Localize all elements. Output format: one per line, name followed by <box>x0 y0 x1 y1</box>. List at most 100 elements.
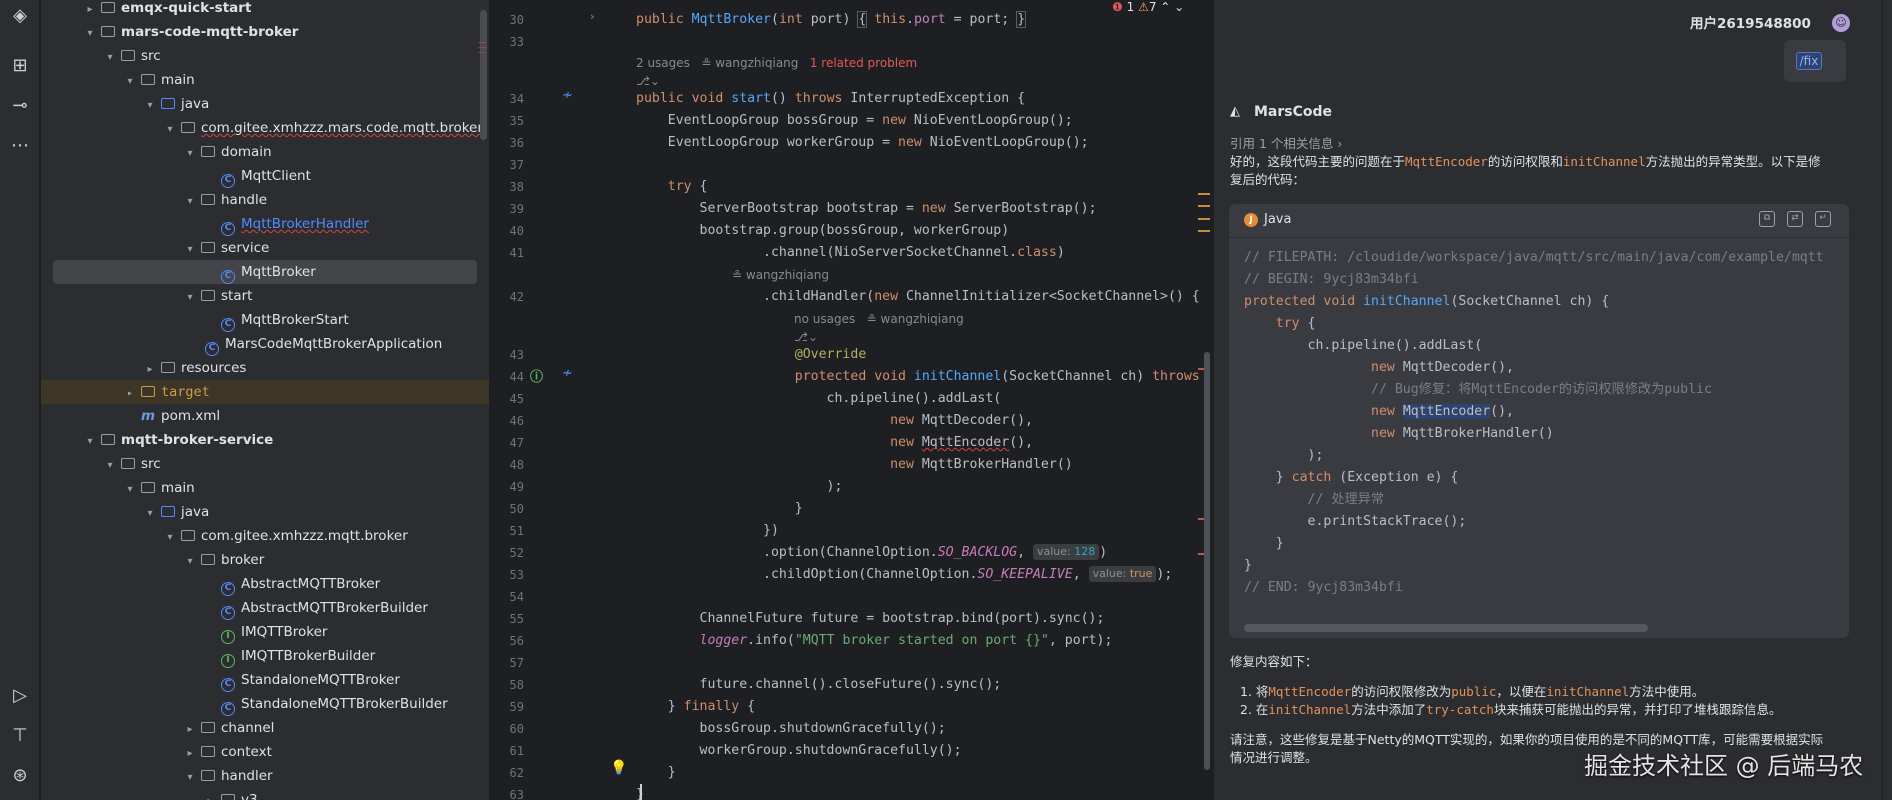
chevron-down-icon[interactable]: ▾ <box>103 454 117 478</box>
tree-item[interactable]: ▾ main <box>41 476 489 500</box>
code-line-53: .childOption(ChannelOption.SO_KEEPALIVE,… <box>636 566 1173 582</box>
tree-item[interactable]: ▾ main <box>41 68 489 92</box>
fix-command-tag[interactable]: /fix <box>1796 52 1822 70</box>
tree-item[interactable]: ▾ broker <box>41 548 489 572</box>
marscode-gutter-icon[interactable]: ≁ <box>562 88 573 103</box>
code-line-41: .channel(NioServerSocketChannel.class) <box>636 245 1065 260</box>
chevron-right-icon[interactable]: ▸ <box>83 0 97 22</box>
tree-item[interactable]: ▾ java <box>41 500 489 524</box>
line-number: 43 <box>509 348 524 362</box>
chevron-down-icon[interactable]: ▾ <box>183 190 197 214</box>
build-icon[interactable]: ⊤ <box>8 724 32 748</box>
tree-item[interactable]: ▾ handle <box>41 188 489 212</box>
line-number: 45 <box>509 392 524 406</box>
chevron-down-icon[interactable]: ▾ <box>123 70 137 94</box>
tree-item[interactable]: ▾ start <box>41 284 489 308</box>
tree-item[interactable]: ▾ mars-code-mqtt-broker <box>41 20 489 44</box>
chevron-down-icon[interactable]: ▾ <box>183 238 197 262</box>
code-line-35: EventLoopGroup bossGroup = new NioEventL… <box>636 113 1073 128</box>
chevron-down-icon[interactable]: ▾ <box>163 118 177 142</box>
chevron-right-icon[interactable]: ▸ <box>203 790 217 800</box>
chevron-down-icon[interactable]: ▾ <box>123 478 137 502</box>
chevron-down-icon[interactable]: ▾ <box>143 502 157 526</box>
insert-icon[interactable]: ↵ <box>1815 211 1831 227</box>
tree-item[interactable]: ▸ resources <box>41 356 489 380</box>
watermark: 掘金技术社区 @ 后端马农 <box>1584 752 1864 780</box>
chevron-right-icon[interactable]: ▸ <box>143 358 157 382</box>
fold-chevron-icon[interactable]: › <box>590 10 595 23</box>
tree-item[interactable]: ▾ com.gitee.xmhzzz.mars.code.mqtt.broker <box>41 116 489 140</box>
tree-item[interactable]: ▾ handler <box>41 764 489 788</box>
tree-item[interactable]: C AbstractMQTTBrokerBuilder <box>41 596 489 620</box>
inlay-usages-1[interactable]: 2 usages ≗ wangzhiqiang 1 related proble… <box>636 54 917 72</box>
tree-item[interactable]: C MqttBrokerHandler <box>41 212 489 236</box>
learn-icon[interactable]: ◈ <box>8 4 32 28</box>
structure-icon[interactable]: ⊞ <box>8 54 32 78</box>
chevron-down-icon[interactable]: ▾ <box>143 94 157 118</box>
user-avatar[interactable]: ☺ <box>1832 14 1850 32</box>
tree-item[interactable]: C StandaloneMQTTBroker <box>41 668 489 692</box>
inlay-no-usages[interactable]: no usages ≗ wangzhiqiang <box>794 310 964 328</box>
line-number: 54 <box>509 590 524 604</box>
chevron-right-icon[interactable]: ▸ <box>183 718 197 742</box>
more-icon[interactable]: ⋯ <box>8 134 32 158</box>
tree-item[interactable]: I IMQTTBrokerBuilder <box>41 644 489 668</box>
tree-item[interactable]: ▾ domain <box>41 140 489 164</box>
tree-item[interactable]: C MqttBroker <box>53 260 477 284</box>
copy-icon[interactable]: ⧉ <box>1759 211 1775 227</box>
chevron-down-icon[interactable]: ▾ <box>83 430 97 454</box>
folder-icon <box>101 2 115 13</box>
chevron-down-icon[interactable]: ▾ <box>103 46 117 70</box>
line-number: 51 <box>509 524 524 538</box>
line-number: 42 <box>509 290 524 304</box>
tree-item[interactable]: ▾ java <box>41 92 489 116</box>
scroll-marker <box>1198 193 1210 195</box>
tree-item[interactable]: ▾ mqtt-broker-service <box>41 428 489 452</box>
run-icon[interactable]: ▷ <box>8 684 32 708</box>
debug-icon[interactable]: ⊛ <box>8 764 32 788</box>
tree-item[interactable]: ▸ emqx-quick-start <box>41 0 489 20</box>
problems-indicator[interactable]: ❶ 1 ⚠7 ⌃ ⌄ <box>1112 0 1208 20</box>
chevron-down-icon[interactable]: ▾ <box>183 286 197 310</box>
commit-icon[interactable]: ⊸ <box>8 94 32 118</box>
tree-item-label: MarsCodeMqttBrokerApplication <box>225 336 443 352</box>
tree-item-label: mars-code-mqtt-broker <box>121 24 299 40</box>
editor-scrollbar[interactable] <box>1204 352 1210 770</box>
tree-item[interactable]: I IMQTTBroker <box>41 620 489 644</box>
java-icon: J <box>1244 213 1258 227</box>
chevron-down-icon[interactable]: ▾ <box>183 142 197 166</box>
line-number: 35 <box>509 114 524 128</box>
tree-item[interactable]: ▾ src <box>41 44 489 68</box>
line-number: 46 <box>509 414 524 428</box>
chevron-right-icon[interactable]: ▸ <box>183 742 197 766</box>
package-icon <box>181 530 195 541</box>
code-editor[interactable]: public MqttBroker(int port) { this.port … <box>600 0 1212 800</box>
chevron-down-icon[interactable]: ▾ <box>163 526 177 550</box>
tree-item[interactable]: ▾ com.gitee.xmhzzz.mqtt.broker <box>41 524 489 548</box>
tree-item[interactable]: ▸ v3 <box>41 788 489 800</box>
lightbulb-icon[interactable]: 💡 <box>610 760 627 776</box>
tree-item[interactable]: ▸ channel <box>41 716 489 740</box>
reference-link[interactable]: 引用 1 个相关信息 › <box>1230 133 1342 152</box>
tree-item[interactable]: ▸ target <box>41 380 489 404</box>
tree-item[interactable]: ▾ src <box>41 452 489 476</box>
tree-item[interactable]: C AbstractMQTTBroker <box>41 572 489 596</box>
tree-item[interactable]: m pom.xml <box>41 404 489 428</box>
chevron-right-icon[interactable]: ▸ <box>123 382 137 406</box>
override-gutter-icon[interactable]: ⓘ <box>530 366 543 385</box>
tree-item[interactable]: ▾ service <box>41 236 489 260</box>
inlay-author-2[interactable]: ≗ wangzhiqiang <box>732 266 829 284</box>
tree-item[interactable]: C MqttBrokerStart <box>41 308 489 332</box>
diff-icon[interactable]: ⇄ <box>1787 211 1803 227</box>
chevron-down-icon[interactable]: ▾ <box>183 766 197 790</box>
class-icon: C <box>221 582 235 596</box>
code-block-scrollbar[interactable] <box>1244 624 1648 632</box>
tree-item[interactable]: C MarsCodeMqttBrokerApplication <box>41 332 489 356</box>
chevron-down-icon[interactable]: ▾ <box>83 22 97 46</box>
tree-item[interactable]: ▸ context <box>41 740 489 764</box>
chevron-down-icon[interactable]: ▾ <box>183 550 197 574</box>
tree-item[interactable]: C MqttClient <box>41 164 489 188</box>
tree-scrollbar[interactable] <box>480 10 487 140</box>
marscode-gutter-icon[interactable]: ≁ <box>562 366 573 381</box>
tree-item[interactable]: C StandaloneMQTTBrokerBuilder <box>41 692 489 716</box>
